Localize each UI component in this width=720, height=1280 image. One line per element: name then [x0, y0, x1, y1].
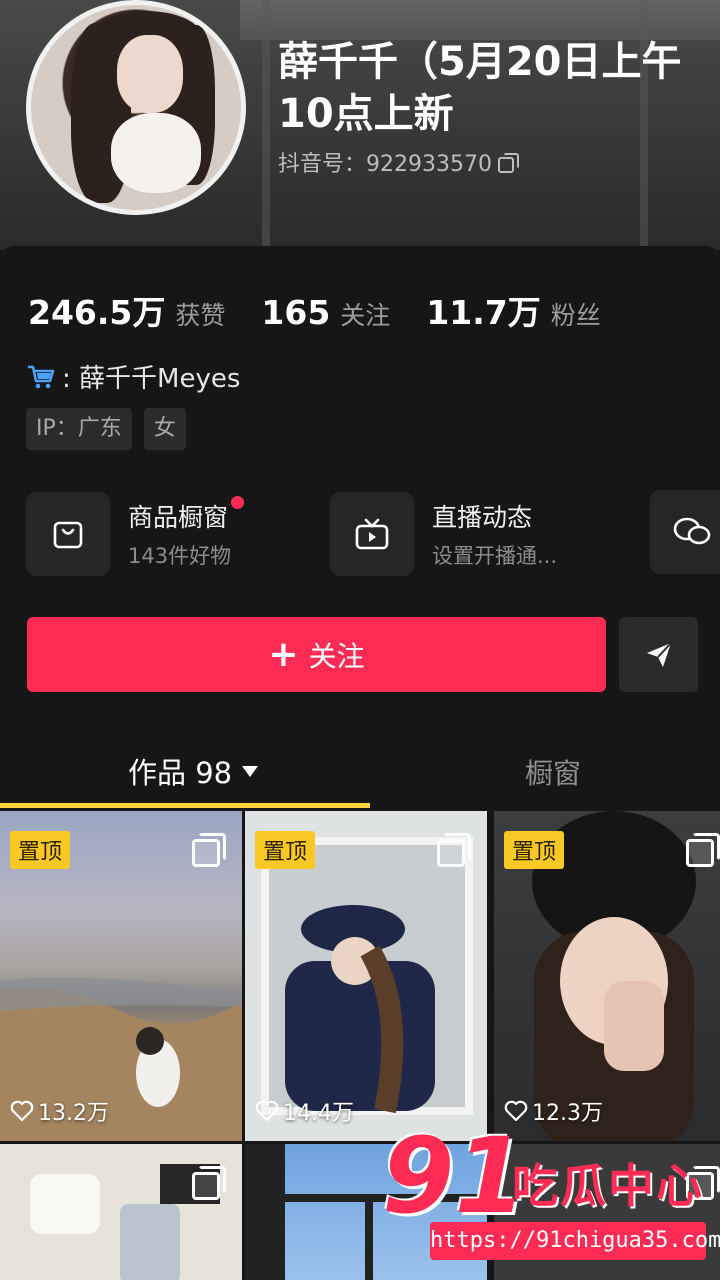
tab-shop-window[interactable]: 橱窗 — [525, 752, 581, 792]
watermark-url: https://91chigua35.com — [430, 1222, 720, 1260]
like-count-value: 14.4万 — [283, 1101, 354, 1126]
content-tabs: 作品 98 橱窗 — [0, 730, 720, 810]
pinned-badge: 置顶 — [255, 831, 316, 869]
stat-label: 粉丝 — [550, 301, 601, 330]
feature-title: 直播动态 — [432, 503, 533, 532]
multi-image-icon — [192, 1166, 226, 1200]
follow-label: 关注 — [308, 639, 365, 673]
shop-link[interactable]: : 薛千千Meyes — [26, 358, 240, 395]
feature-product-window[interactable]: 商品橱窗 143件好物 — [26, 490, 330, 578]
header-background — [240, 0, 720, 40]
multi-image-icon — [686, 833, 720, 867]
video-tile[interactable]: 置顶 12.3万 — [494, 811, 720, 1141]
tab-works-label: 作品 98 — [128, 756, 233, 790]
douyin-id[interactable]: 抖音号：922933570 — [278, 146, 519, 178]
feature-text: 商品橱窗 143件好物 — [128, 496, 245, 570]
video-tile[interactable] — [0, 1144, 242, 1280]
profile-page: 薛千千（5月20日上午10点上新 抖音号：922933570 246.5万 获赞… — [0, 0, 720, 1280]
stat-label: 关注 — [340, 301, 391, 330]
shop-name: : 薛千千Meyes — [62, 364, 241, 394]
feature-subtitle: 143件好物 — [128, 544, 232, 568]
gender-tag: 女 — [143, 408, 186, 450]
stat-following[interactable]: 165 关注 — [261, 293, 390, 332]
copy-icon[interactable] — [497, 153, 519, 173]
video-tile[interactable]: 置顶 13.2万 — [0, 811, 242, 1141]
plus-icon: + — [268, 633, 299, 675]
feature-text: 直播动态 设置开播通... — [432, 498, 557, 570]
tab-works[interactable]: 作品 98 — [128, 750, 259, 792]
dropdown-triangle-icon — [242, 765, 259, 777]
like-count-value: 12.3万 — [532, 1101, 603, 1126]
ip-tag: IP：广东 — [26, 408, 132, 450]
profile-name: 薛千千（5月20日上午10点上新 — [278, 39, 682, 137]
profile-header: 薛千千（5月20日上午10点上新 抖音号：922933570 — [0, 0, 720, 250]
like-count: 13.2万 — [10, 1095, 109, 1127]
cart-icon — [28, 365, 55, 388]
header-rail — [262, 0, 270, 250]
stat-value: 11.7万 — [426, 293, 541, 332]
watermark-number: 91 — [382, 1115, 527, 1237]
feature-live[interactable]: 直播动态 设置开播通... — [330, 490, 634, 578]
like-count-value: 13.2万 — [38, 1101, 109, 1126]
heart-icon — [255, 1100, 279, 1122]
feature-subtitle: 设置开播通... — [432, 544, 558, 568]
notification-dot — [231, 496, 245, 509]
video-thumbnail — [30, 1164, 220, 1280]
send-icon — [646, 641, 672, 667]
video-tile[interactable]: 置顶 14.4万 — [245, 811, 487, 1141]
avatar-dog — [111, 113, 201, 193]
stat-value: 246.5万 — [28, 293, 166, 332]
feature-title-text: 商品橱窗 — [128, 503, 229, 532]
multi-image-icon — [437, 833, 471, 867]
douyin-id-label: 抖音号：922933570 — [278, 152, 492, 177]
avatar-face — [117, 35, 183, 113]
active-tab-indicator — [0, 803, 370, 808]
watermark: 91 吃瓜中心 https://91chigua35.com — [372, 1124, 720, 1280]
send-button[interactable] — [619, 617, 698, 692]
feature-title: 商品橱窗 — [128, 496, 245, 534]
feature-chat[interactable] — [650, 490, 720, 574]
multi-image-icon — [192, 833, 226, 867]
stat-value: 165 — [261, 293, 331, 332]
pinned-badge: 置顶 — [10, 831, 71, 869]
pinned-badge: 置顶 — [504, 831, 565, 869]
watermark-text: 吃瓜中心 — [512, 1159, 704, 1213]
bag-icon — [26, 492, 110, 576]
feature-entries: 商品橱窗 143件好物 直播动态 设置开播通... — [26, 490, 720, 578]
stats-row: 246.5万 获赞 165 关注 11.7万 粉丝 — [28, 286, 637, 334]
heart-icon — [10, 1100, 34, 1122]
like-count: 14.4万 — [255, 1095, 354, 1127]
tv-icon — [330, 492, 414, 576]
stat-label: 获赞 — [175, 301, 226, 330]
chat-icon — [673, 517, 711, 545]
follow-button[interactable]: + 关注 — [27, 617, 606, 692]
avatar[interactable] — [26, 0, 246, 215]
profile-tags: IP：广东 女 — [26, 408, 186, 450]
stat-followers[interactable]: 11.7万 粉丝 — [426, 286, 600, 334]
stat-likes[interactable]: 246.5万 获赞 — [28, 286, 225, 334]
